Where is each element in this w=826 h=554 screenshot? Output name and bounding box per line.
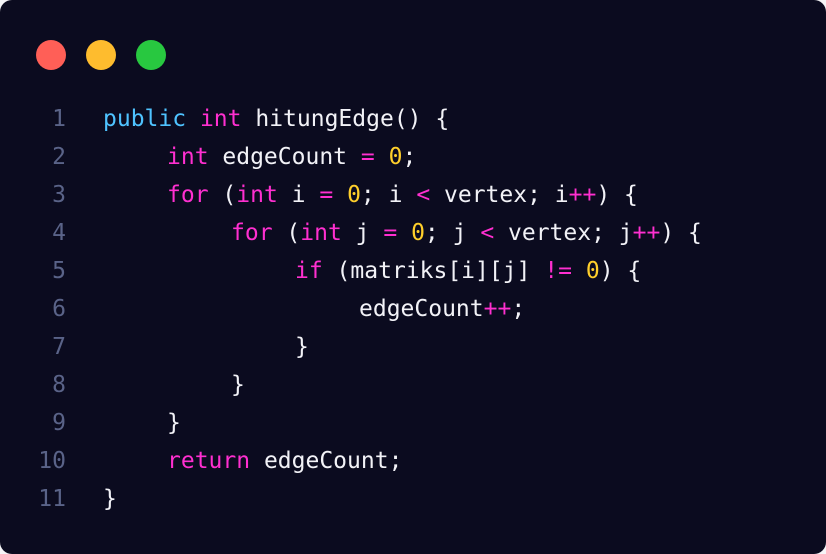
code-token: ( (272, 220, 301, 246)
code-line: 10 return edgeCount; (0, 442, 826, 480)
code-token: hitungEdge() { (241, 106, 450, 132)
code-text: int edgeCount = 0; (167, 138, 416, 176)
code-line: 4 for (int j = 0; j < vertex; j++) { (0, 214, 826, 252)
code-token: for (231, 220, 273, 246)
code-token: ++ (483, 296, 512, 322)
code-text: } (167, 404, 181, 442)
code-text: if (matriks[i][j] != 0) { (295, 252, 641, 290)
code-token: } (295, 334, 309, 360)
line-number: 3 (52, 182, 66, 208)
code-token: edgeCount (359, 296, 484, 322)
line-number: 10 (38, 448, 66, 474)
code-line: 3 for (int i = 0; i < vertex; i++) { (0, 176, 826, 214)
code-token: j (341, 220, 384, 246)
maximize-dot-icon[interactable] (136, 40, 166, 70)
code-token: ++ (632, 220, 661, 246)
line-number: 8 (52, 372, 66, 398)
code-token: if (295, 258, 323, 284)
line-number: 2 (52, 144, 66, 170)
code-token: = (360, 144, 375, 170)
code-token: = (319, 182, 334, 208)
code-token: edgeCount (208, 144, 361, 170)
code-line: 8} (0, 366, 826, 404)
code-text: for (int j = 0; j < vertex; j++) { (231, 214, 702, 252)
code-token: ) { (660, 220, 702, 246)
code-token: ; (511, 296, 526, 322)
line-number: 6 (52, 296, 66, 322)
code-token: vertex; j (494, 220, 633, 246)
code-token: } (231, 372, 245, 398)
code-token: = (383, 220, 398, 246)
code-text: return edgeCount; (167, 442, 402, 480)
code-token: ; j (424, 220, 481, 246)
code-token: < (416, 182, 431, 208)
code-token: ++ (568, 182, 597, 208)
code-token: 0 (347, 182, 361, 208)
code-window: 1 public int hitungEdge() { 2 int edgeCount… (0, 0, 826, 554)
minimize-dot-icon[interactable] (86, 40, 116, 70)
code-token: int (167, 144, 209, 170)
code-block: 1 public int hitungEdge() { 2 int edgeCount… (0, 100, 826, 518)
code-token: edgeCount; (250, 448, 403, 474)
code-line: 6 edgeCount++; (0, 290, 826, 328)
code-token: int (236, 182, 278, 208)
code-token: 0 (585, 258, 600, 284)
code-token: ; (402, 144, 417, 170)
code-text: edgeCount++; (359, 290, 525, 328)
code-text: public int hitungEdge() { (103, 100, 449, 138)
code-text: } (103, 480, 117, 518)
code-token: } (103, 486, 117, 512)
code-token: vertex; i (430, 182, 569, 208)
code-token: } (167, 410, 181, 436)
code-token: public (103, 106, 187, 132)
code-token: ; i (360, 182, 417, 208)
code-token: int (300, 220, 342, 246)
code-token: int (199, 106, 242, 132)
line-number: 4 (52, 220, 66, 246)
code-line: 1 public int hitungEdge() { (0, 100, 826, 138)
code-token: (matriks[i][j] (322, 258, 545, 284)
code-token: 0 (388, 144, 403, 170)
code-line: 2 int edgeCount = 0; (0, 138, 826, 176)
code-token: for (167, 182, 209, 208)
code-token: i (277, 182, 320, 208)
code-line: 7} (0, 328, 826, 366)
code-token: ) { (596, 182, 638, 208)
code-token: ( (208, 182, 237, 208)
code-text: } (231, 366, 245, 404)
code-token: < (480, 220, 495, 246)
line-number: 1 (52, 106, 66, 132)
close-dot-icon[interactable] (36, 40, 66, 70)
code-text: } (295, 328, 309, 366)
code-token: ) { (599, 258, 642, 284)
code-text: for (int i = 0; i < vertex; i++) { (167, 176, 638, 214)
code-line: 9} (0, 404, 826, 442)
line-number: 5 (52, 258, 66, 284)
code-token: != (544, 258, 572, 284)
code-line: 11} (0, 480, 826, 518)
line-number: 7 (52, 334, 66, 360)
code-line: 5 if (matriks[i][j] != 0) { (0, 252, 826, 290)
line-number: 9 (52, 410, 66, 436)
line-number: 11 (38, 486, 66, 512)
code-token: 0 (411, 220, 425, 246)
code-token: return (167, 448, 251, 474)
